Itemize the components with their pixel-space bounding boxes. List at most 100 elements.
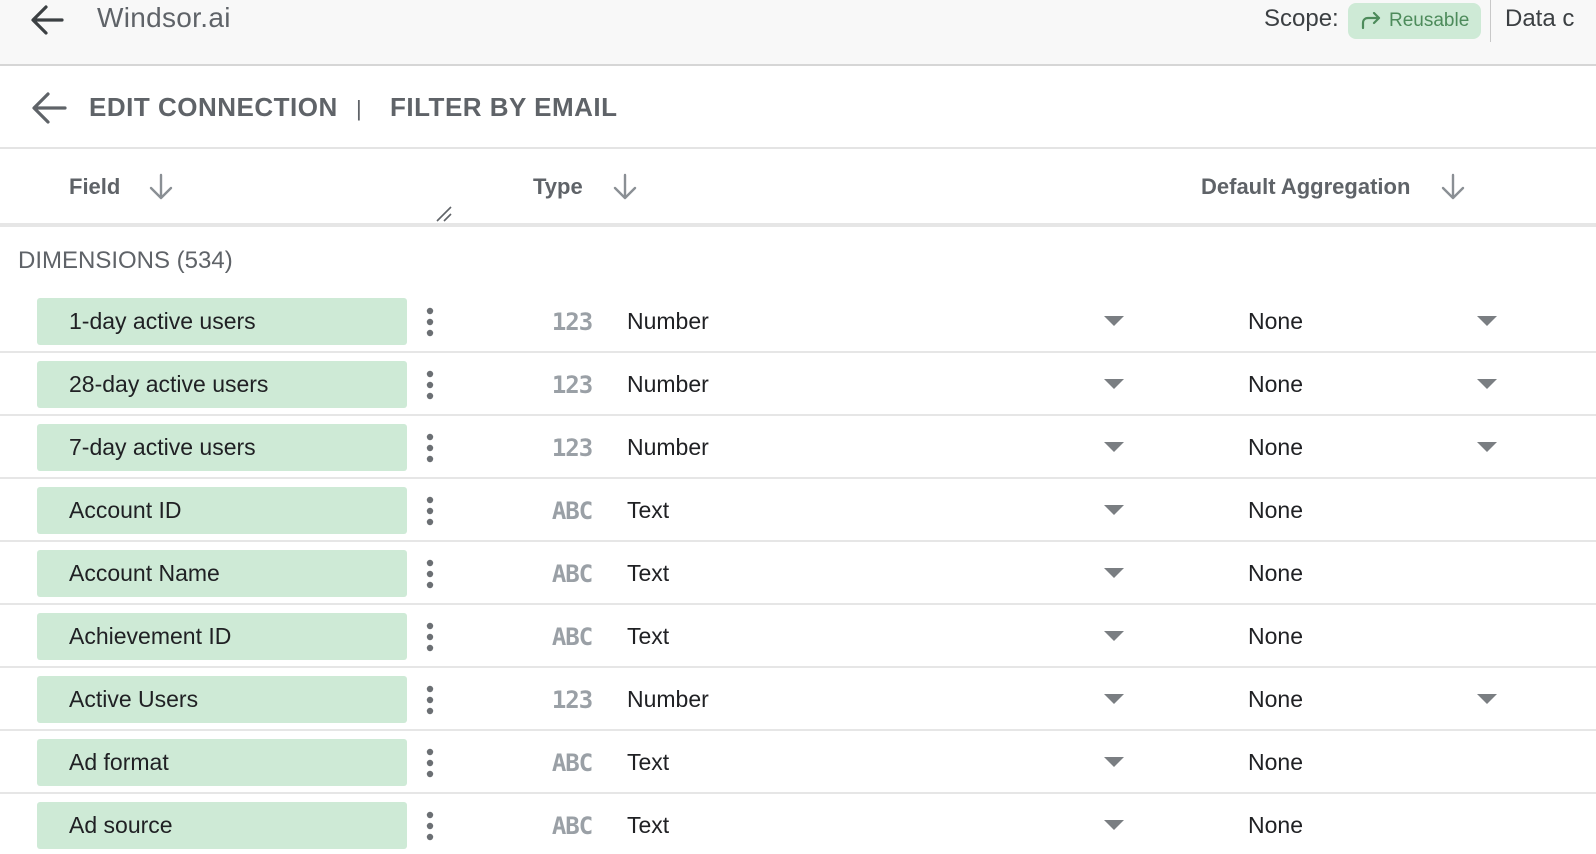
table-header: Field Type Default Aggregation (0, 150, 1596, 227)
field-chip[interactable]: Ad format (37, 739, 407, 786)
type-icon-glyph: ABC (552, 812, 592, 838)
type-value: Text (627, 560, 670, 586)
table-row: 7-day active users 123 Number None (0, 416, 1596, 479)
data-source-title[interactable]: Windsor.ai (97, 2, 231, 34)
scope-chip-label: Reusable (1389, 10, 1470, 31)
edit-connection-button[interactable]: EDIT CONNECTION (89, 92, 338, 123)
dropdown-caret-icon[interactable] (1103, 440, 1125, 454)
type-icon-glyph: ABC (552, 623, 592, 649)
column-header-default-aggregation[interactable]: Default Aggregation (1201, 174, 1410, 200)
column-resize-handle-icon[interactable] (434, 202, 454, 222)
sort-arrow-down-icon[interactable] (147, 172, 175, 202)
text-type-icon: ABC (550, 749, 594, 777)
table-row: Achievement ID ABC Text None (0, 605, 1596, 668)
dropdown-caret-icon[interactable] (1103, 629, 1125, 643)
type-icon-glyph: 123 (552, 308, 592, 334)
field-chip[interactable]: Active Users (37, 676, 407, 723)
type-icon-glyph: ABC (552, 749, 592, 775)
more-vert-icon[interactable] (418, 619, 442, 655)
type-dropdown[interactable] (610, 611, 1140, 661)
aggregation-value[interactable]: None (1248, 371, 1303, 398)
number-type-icon: 123 (550, 371, 594, 399)
more-vert-icon[interactable] (418, 493, 442, 529)
type-icon-glyph: 123 (552, 371, 592, 397)
aggregation-value[interactable]: None (1248, 308, 1303, 335)
column-header-type[interactable]: Type (533, 174, 583, 200)
dropdown-caret-icon[interactable] (1103, 377, 1125, 391)
scope-label: Scope: (1264, 5, 1339, 32)
number-type-icon: 123 (550, 686, 594, 714)
table-row: Account Name ABC Text None (0, 542, 1596, 605)
aggregation-value: None (1248, 497, 1303, 523)
field-chip[interactable]: 7-day active users (37, 424, 407, 471)
dropdown-caret-icon[interactable] (1103, 692, 1125, 706)
dropdown-caret-icon[interactable] (1476, 314, 1498, 328)
sort-arrow-down-icon[interactable] (1439, 172, 1467, 202)
back-arrow-icon[interactable] (30, 88, 70, 128)
sort-arrow-down-icon[interactable] (611, 172, 639, 202)
text-type-icon: ABC (550, 812, 594, 840)
table-row: Ad format ABC Text None (0, 731, 1596, 794)
dropdown-caret-icon[interactable] (1476, 377, 1498, 391)
field-chip[interactable]: Ad source (37, 802, 407, 849)
number-type-icon: 123 (550, 434, 594, 462)
type-value: Number (627, 371, 709, 397)
more-vert-icon[interactable] (418, 556, 442, 592)
type-icon-glyph: 123 (552, 686, 592, 712)
table-row: 28-day active users 123 Number None (0, 353, 1596, 416)
dropdown-caret-icon[interactable] (1103, 566, 1125, 580)
type-value: Text (627, 812, 670, 838)
more-vert-icon[interactable] (418, 430, 442, 466)
field-list: 1-day active users 123 Number None 28-day ac… (0, 290, 1596, 854)
type-icon-glyph: ABC (552, 497, 592, 523)
more-vert-icon[interactable] (418, 682, 442, 718)
field-chip[interactable]: 28-day active users (37, 361, 407, 408)
type-dropdown[interactable] (610, 485, 1140, 535)
type-icon-glyph: ABC (552, 560, 592, 586)
top-bar: Windsor.ai Scope: Reusable Data c (0, 0, 1596, 66)
dropdown-caret-icon[interactable] (1103, 818, 1125, 832)
more-vert-icon[interactable] (418, 367, 442, 403)
back-arrow-icon[interactable] (28, 2, 68, 38)
dropdown-caret-icon[interactable] (1103, 503, 1125, 517)
more-vert-icon[interactable] (418, 745, 442, 781)
more-vert-icon[interactable] (418, 808, 442, 844)
text-type-icon: ABC (550, 560, 594, 588)
text-type-icon: ABC (550, 497, 594, 525)
type-value: Number (627, 434, 709, 460)
field-chip[interactable]: Achievement ID (37, 613, 407, 660)
share-arrow-icon (1361, 12, 1381, 30)
data-credentials-label[interactable]: Data c (1505, 5, 1574, 33)
type-dropdown[interactable] (610, 737, 1140, 787)
type-value: Text (627, 749, 670, 775)
number-type-icon: 123 (550, 308, 594, 336)
table-row: Account ID ABC Text None (0, 479, 1596, 542)
type-value: Text (627, 623, 670, 649)
aggregation-value[interactable]: None (1248, 686, 1303, 713)
dropdown-caret-icon[interactable] (1476, 440, 1498, 454)
scope-reusable-chip[interactable]: Reusable (1348, 3, 1481, 39)
dropdown-caret-icon[interactable] (1103, 755, 1125, 769)
aggregation-value: None (1248, 749, 1303, 775)
type-dropdown[interactable] (610, 800, 1140, 850)
column-header-field[interactable]: Field (69, 174, 120, 200)
filter-by-email-label: FILTER BY EMAIL (390, 92, 618, 122)
text-type-icon: ABC (550, 623, 594, 651)
header-divider (1490, 0, 1491, 42)
type-dropdown[interactable] (610, 548, 1140, 598)
type-value: Text (627, 497, 670, 523)
aggregation-value: None (1248, 812, 1303, 838)
more-vert-icon[interactable] (418, 304, 442, 340)
field-chip[interactable]: 1-day active users (37, 298, 407, 345)
dropdown-caret-icon[interactable] (1476, 692, 1498, 706)
dropdown-caret-icon[interactable] (1103, 314, 1125, 328)
field-chip[interactable]: Account Name (37, 550, 407, 597)
aggregation-value[interactable]: None (1248, 434, 1303, 461)
field-chip[interactable]: Account ID (37, 487, 407, 534)
connection-bar: EDIT CONNECTION | FILTER BY EMAIL (0, 68, 1596, 149)
table-row: 1-day active users 123 Number None (0, 290, 1596, 353)
table-row: Active Users 123 Number None (0, 668, 1596, 731)
type-icon-glyph: 123 (552, 434, 592, 460)
table-row: Ad source ABC Text None (0, 794, 1596, 854)
aggregation-value: None (1248, 560, 1303, 586)
